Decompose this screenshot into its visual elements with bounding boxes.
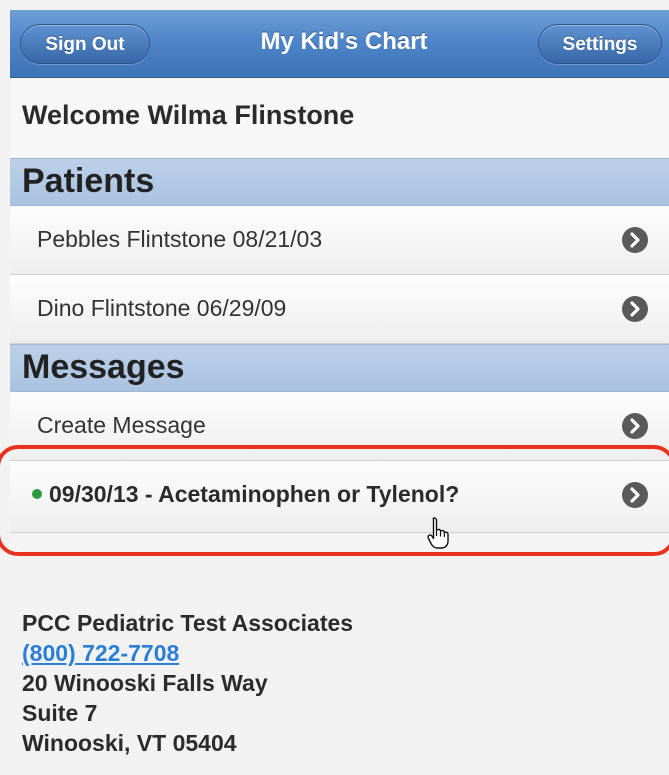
- chevron-right-icon: [622, 296, 648, 322]
- patients-heading: Patients: [22, 162, 155, 200]
- welcome-text: Welcome Wilma Flinstone: [22, 100, 355, 130]
- sign-out-button[interactable]: Sign Out: [20, 24, 150, 64]
- practice-name: PCC Pediatric Test Associates: [22, 610, 354, 636]
- highlight-outline: [0, 445, 669, 556]
- city-state-zip: Winooski, VT 05404: [22, 730, 237, 756]
- welcome-banner: Welcome Wilma Flinstone: [10, 78, 669, 158]
- messages-section-header: Messages: [10, 344, 669, 392]
- practice-info: PCC Pediatric Test Associates (800) 722-…: [22, 608, 353, 758]
- patient-label: Pebbles Flintstone 08/21/03: [37, 226, 323, 252]
- create-message-label: Create Message: [37, 412, 206, 438]
- patient-label: Dino Flintstone 06/29/09: [37, 295, 287, 321]
- patient-row-dino[interactable]: Dino Flintstone 06/29/09: [10, 275, 669, 344]
- phone-link[interactable]: (800) 722-7708: [22, 640, 179, 666]
- patient-row-pebbles[interactable]: Pebbles Flintstone 08/21/03: [10, 206, 669, 275]
- address-line1: 20 Winooski Falls Way: [22, 670, 268, 696]
- header-bar: Sign Out My Kid's Chart Settings: [10, 10, 669, 78]
- messages-heading: Messages: [22, 348, 185, 386]
- settings-button[interactable]: Settings: [538, 24, 662, 64]
- chevron-right-icon: [622, 227, 648, 253]
- address-line2: Suite 7: [22, 700, 98, 726]
- hand-pointer-icon: [427, 517, 449, 549]
- chevron-right-icon: [622, 413, 648, 439]
- page-title: My Kid's Chart: [260, 28, 428, 55]
- patients-section-header: Patients: [10, 158, 669, 206]
